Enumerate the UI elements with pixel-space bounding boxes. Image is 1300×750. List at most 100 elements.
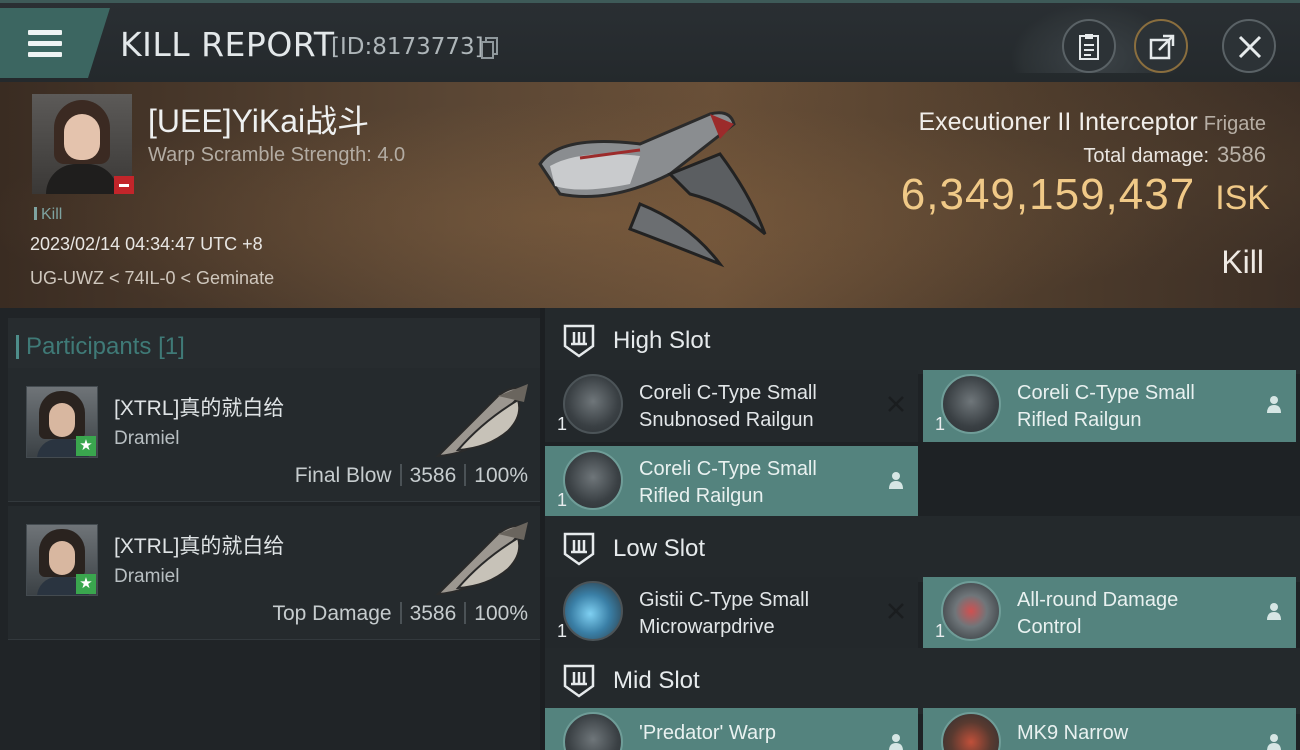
participant-percent: 100% (474, 602, 528, 625)
slot-icon (563, 324, 595, 358)
victim-ship-image (538, 111, 767, 268)
participant-ship-image (435, 522, 528, 596)
hostile-badge (114, 176, 134, 194)
victim-ship-name[interactable]: Executioner II Interceptor (918, 108, 1197, 136)
total-damage-label: Total damage: (1083, 145, 1210, 167)
railgun-icon (563, 374, 623, 434)
module-quantity: 1 (935, 414, 946, 434)
high-slot-header: High Slot (545, 308, 1300, 374)
low-slot-header: Low Slot (545, 516, 1300, 582)
menu-icon-bar (28, 41, 62, 46)
total-damage: Total damage: 3586 (1083, 142, 1266, 168)
module-name-line2: Rifled Railgun (639, 485, 764, 507)
close-button[interactable] (1222, 19, 1276, 73)
star-icon: ★ (76, 436, 96, 456)
isk-unit: ISK (1215, 179, 1270, 217)
module-item[interactable]: 1 Coreli C-Type Small Snubnosed Railgun (545, 370, 918, 442)
participant-ship-name: Dramiel (114, 428, 180, 449)
warp-scramble-strength: Warp Scramble Strength: 4.0 (148, 144, 406, 166)
module-name-line1: Coreli C-Type Small (639, 382, 817, 404)
module-name: MK9 Narrow (1017, 720, 1257, 747)
victim-pilot-name[interactable]: [UEE]YiKai战斗 (148, 96, 369, 142)
module-name: Coreli C-Type Small Rifled Railgun (639, 456, 879, 510)
module-item[interactable]: 1 Coreli C-Type Small Rifled Railgun (545, 446, 918, 518)
module-name: Coreli C-Type Small Snubnosed Railgun (639, 380, 879, 434)
dropped-person-icon (889, 734, 903, 750)
slot-icon (563, 664, 595, 698)
module-name: All-round Damage Control (1017, 587, 1257, 641)
report-button[interactable] (1062, 19, 1116, 73)
low-slot-title: Low Slot (613, 535, 706, 562)
module-item[interactable]: 1 All-round Damage Control (923, 577, 1296, 649)
destroyed-x-icon (888, 603, 904, 619)
participant-percent: 100% (474, 464, 528, 487)
close-icon (1238, 35, 1262, 59)
participant-ship-name: Dramiel (114, 566, 180, 587)
participants-panel: Participants [1] ★ [XTRL]真的就白给 Dramiel F… (0, 308, 540, 750)
module-item[interactable]: MK9 Narrow (923, 708, 1296, 750)
kill-tag: Kill (34, 206, 62, 224)
fitting-panel: High Slot 1 Coreli C-Type Small Snubnosed… (545, 308, 1300, 750)
result-label: Kill (1221, 244, 1264, 280)
victim-banner: [UEE]YiKai战斗 Warp Scramble Strength: 4.0… (0, 82, 1300, 308)
module-name-line1: Coreli C-Type Small (639, 458, 817, 480)
module-name-line1: Coreli C-Type Small (1017, 382, 1195, 404)
dropped-person-icon (889, 472, 903, 489)
participant-role: Final Blow (294, 464, 392, 487)
clipboard-icon (1079, 34, 1099, 60)
kill-id: [ID:8173773] (331, 34, 484, 60)
participant-stats: Top Damage 3586 100% (272, 602, 528, 626)
menu-button[interactable] (0, 8, 110, 78)
microwarpdrive-icon (563, 581, 623, 641)
participants-header: Participants [1] (8, 318, 540, 372)
module-quantity: 1 (935, 621, 946, 641)
kill-datetime: 2023/02/14 04:34:47 UTC +8 (30, 234, 263, 254)
damage-control-icon (941, 581, 1001, 641)
module-name-line1: All-round Damage (1017, 589, 1179, 611)
dropped-person-icon (1267, 734, 1281, 750)
module-name: Coreli C-Type Small Rifled Railgun (1017, 380, 1257, 434)
copy-icon[interactable] (481, 37, 499, 59)
participants-title-label: Participants (26, 333, 152, 360)
mid-slot-title: Mid Slot (613, 667, 700, 694)
module-item[interactable]: 1 Coreli C-Type Small Rifled Railgun (923, 370, 1296, 442)
menu-icon (28, 30, 62, 35)
module-name-line2: Microwarpdrive (639, 616, 775, 638)
module-item[interactable]: 1 Gistii C-Type Small Microwarpdrive (545, 577, 918, 649)
module-name-line1: MK9 Narrow (1017, 722, 1129, 744)
top-bar: KILL REPORT [ID:8173773] (0, 0, 1300, 82)
victim-ship-class: Frigate (1203, 113, 1266, 135)
module-quantity: 1 (557, 490, 568, 510)
participants-title: Participants [1] (16, 333, 185, 361)
module-name-line2: Control (1017, 616, 1082, 638)
module-name-line2: Snubnosed Railgun (639, 409, 814, 431)
mid-slot-header: Mid Slot (545, 648, 1300, 714)
module-item[interactable]: 'Predator' Warp (545, 708, 918, 750)
page-title: KILL REPORT (120, 25, 335, 64)
high-slot-title: High Slot (613, 327, 711, 354)
total-damage-value: 3586 (1217, 142, 1266, 167)
menu-icon-bar (28, 52, 62, 57)
participant-name[interactable]: [XTRL]真的就白给 (114, 530, 284, 560)
module-name-line1: 'Predator' Warp (639, 722, 776, 744)
star-icon: ★ (76, 574, 96, 594)
participant-card[interactable]: ★ [XTRL]真的就白给 Dramiel Top Damage 3586 100% (8, 506, 540, 640)
participant-name[interactable]: [XTRL]真的就白给 (114, 392, 284, 422)
participant-ship-image (435, 384, 528, 458)
victim-ship-line: Executioner II Interceptor Frigate (918, 108, 1266, 137)
participant-damage: 3586 (409, 464, 457, 487)
participant-damage: 3586 (409, 602, 457, 625)
destroyed-x-icon (888, 396, 904, 412)
participant-role: Top Damage (272, 602, 392, 625)
module-quantity: 1 (557, 414, 568, 434)
railgun-icon (941, 374, 1001, 434)
module-name-line1: Gistii C-Type Small (639, 589, 810, 611)
module-name: 'Predator' Warp (639, 720, 879, 747)
railgun-icon (563, 450, 623, 510)
kill-location[interactable]: UG-UWZ < 74IL-0 < Geminate (30, 268, 274, 289)
participant-card[interactable]: ★ [XTRL]真的就白给 Dramiel Final Blow 3586 100% (8, 368, 540, 502)
share-button[interactable] (1134, 19, 1188, 73)
module-name-line2: Rifled Railgun (1017, 409, 1142, 431)
share-icon (1149, 34, 1175, 60)
dropped-person-icon (1267, 603, 1281, 620)
